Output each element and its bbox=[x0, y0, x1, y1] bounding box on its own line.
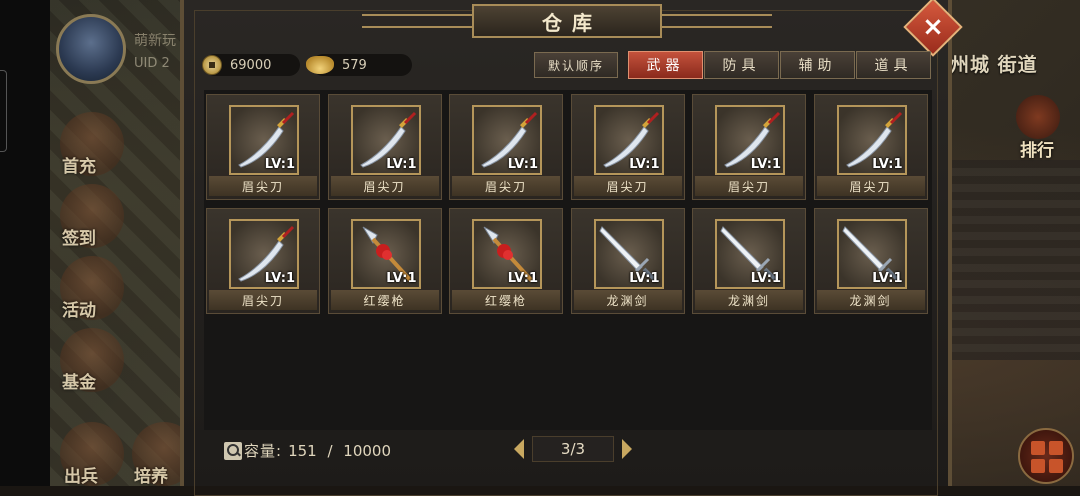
default-sort-button[interactable]: 默认顺序 bbox=[534, 52, 618, 78]
item-level: LV:1 bbox=[507, 271, 538, 286]
copper-coin-icon bbox=[202, 55, 222, 75]
inventory-slot[interactable]: LV:1 眉尖刀 bbox=[206, 94, 320, 200]
item-grid: LV:1 眉尖刀 LV:1 眉尖刀 LV:1 眉尖刀 LV:1 眉尖刀 LV:1 眉尖刀 LV:1 眉… bbox=[204, 90, 932, 430]
side-label-fund: 基金 bbox=[62, 373, 96, 393]
item-name: 眉尖刀 bbox=[816, 176, 925, 196]
item-name: 眉尖刀 bbox=[573, 176, 682, 196]
inventory-slot[interactable]: LV:1 龙渊剑 bbox=[570, 208, 685, 314]
sword-icon: LV:1 bbox=[715, 219, 785, 289]
side-label-train: 培养 bbox=[134, 467, 168, 487]
blade-icon: LV:1 bbox=[472, 105, 542, 175]
pagination: 3/3 bbox=[514, 436, 632, 462]
silver-ingot-icon bbox=[306, 56, 334, 74]
player-avatar[interactable] bbox=[56, 14, 126, 84]
blade-icon: LV:1 bbox=[715, 105, 785, 175]
capacity-display: 容量: 151 / 10000 bbox=[224, 440, 391, 461]
item-name: 眉尖刀 bbox=[695, 176, 803, 196]
tab-items[interactable]: 道具 bbox=[856, 51, 931, 79]
player-uid: UID 2 bbox=[134, 56, 170, 71]
main-menu-button[interactable] bbox=[1018, 428, 1074, 484]
item-name: 红缨枪 bbox=[452, 290, 560, 310]
page-indicator: 3/3 bbox=[532, 436, 614, 462]
menu-grid-cell bbox=[1031, 459, 1045, 473]
inventory-slot[interactable]: LV:1 眉尖刀 bbox=[570, 94, 685, 200]
blade-icon: LV:1 bbox=[229, 105, 299, 175]
inventory-slot[interactable]: LV:1 龙渊剑 bbox=[813, 208, 928, 314]
side-label-activity: 活动 bbox=[62, 301, 96, 321]
tab-accessory[interactable]: 辅助 bbox=[780, 51, 855, 79]
inventory-slot[interactable]: LV:1 红缨枪 bbox=[449, 208, 563, 314]
ranking-label: 排行 bbox=[1020, 141, 1054, 161]
panel-title: 仓库 bbox=[472, 4, 662, 38]
item-name: 龙渊剑 bbox=[695, 290, 803, 310]
item-level: LV:1 bbox=[386, 271, 417, 286]
item-level: LV:1 bbox=[872, 157, 903, 172]
item-level: LV:1 bbox=[750, 157, 781, 172]
item-level: LV:1 bbox=[750, 271, 781, 286]
blade-icon: LV:1 bbox=[350, 105, 421, 175]
silver-amount: 579 bbox=[342, 57, 367, 73]
inventory-slot[interactable]: LV:1 眉尖刀 bbox=[813, 94, 928, 200]
prev-page-icon[interactable] bbox=[514, 439, 524, 459]
item-level: LV:1 bbox=[507, 157, 538, 172]
item-name: 眉尖刀 bbox=[330, 176, 439, 196]
item-level: LV:1 bbox=[264, 271, 295, 286]
side-label-first-recharge: 首充 bbox=[62, 157, 96, 177]
blade-icon: LV:1 bbox=[836, 105, 907, 175]
item-name: 眉尖刀 bbox=[452, 176, 560, 196]
menu-grid-icon bbox=[1031, 441, 1045, 455]
copper-currency: 69000 bbox=[202, 54, 300, 76]
menu-grid-cell bbox=[1049, 441, 1063, 455]
item-name: 眉尖刀 bbox=[209, 290, 317, 310]
menu-grid-cell bbox=[1049, 459, 1063, 473]
item-name: 红缨枪 bbox=[330, 290, 439, 310]
inventory-slot[interactable]: LV:1 眉尖刀 bbox=[327, 94, 442, 200]
inventory-slot[interactable]: LV:1 眉尖刀 bbox=[449, 94, 563, 200]
capacity-value: 151 / 10000 bbox=[288, 441, 391, 460]
spear-icon: LV:1 bbox=[472, 219, 542, 289]
item-level: LV:1 bbox=[872, 271, 903, 286]
tab-armor[interactable]: 防具 bbox=[704, 51, 779, 79]
capacity-label: 容量: bbox=[244, 442, 283, 460]
side-label-dispatch: 出兵 bbox=[64, 467, 98, 487]
item-level: LV:1 bbox=[629, 157, 660, 172]
player-name: 萌新玩 bbox=[134, 33, 176, 49]
item-name: 龙渊剑 bbox=[816, 290, 925, 310]
next-page-icon[interactable] bbox=[622, 439, 632, 459]
background-building bbox=[950, 160, 1080, 360]
inventory-slot[interactable]: LV:1 眉尖刀 bbox=[206, 208, 320, 314]
spear-icon: LV:1 bbox=[350, 219, 421, 289]
item-name: 眉尖刀 bbox=[209, 176, 317, 196]
warehouse-panel: 仓库 × 69000 579 默认顺序 武器 防具 辅助 道具 LV:1 眉尖刀 L… bbox=[180, 0, 963, 496]
screen-edge bbox=[0, 0, 50, 486]
panel-title-text: 仓库 bbox=[542, 10, 602, 35]
item-level: LV:1 bbox=[264, 157, 295, 172]
edge-handle[interactable] bbox=[0, 70, 7, 152]
close-icon[interactable]: × bbox=[912, 6, 954, 48]
side-label-sign-in: 签到 bbox=[62, 229, 96, 249]
tab-weapons[interactable]: 武器 bbox=[628, 51, 703, 79]
title-ornament-right bbox=[662, 14, 772, 28]
inventory-slot[interactable]: LV:1 龙渊剑 bbox=[692, 208, 806, 314]
ranking-icon[interactable] bbox=[1016, 95, 1060, 139]
item-name: 龙渊剑 bbox=[573, 290, 682, 310]
inventory-slot[interactable]: LV:1 眉尖刀 bbox=[692, 94, 806, 200]
sword-icon: LV:1 bbox=[836, 219, 907, 289]
silver-currency: 579 bbox=[306, 54, 412, 76]
item-level: LV:1 bbox=[629, 271, 660, 286]
blade-icon: LV:1 bbox=[593, 105, 664, 175]
item-level: LV:1 bbox=[386, 157, 417, 172]
copper-amount: 69000 bbox=[230, 57, 272, 73]
inventory-slot[interactable]: LV:1 红缨枪 bbox=[327, 208, 442, 314]
title-ornament-left bbox=[362, 14, 472, 28]
search-icon[interactable] bbox=[224, 441, 242, 460]
blade-icon: LV:1 bbox=[229, 219, 299, 289]
sword-icon: LV:1 bbox=[593, 219, 664, 289]
